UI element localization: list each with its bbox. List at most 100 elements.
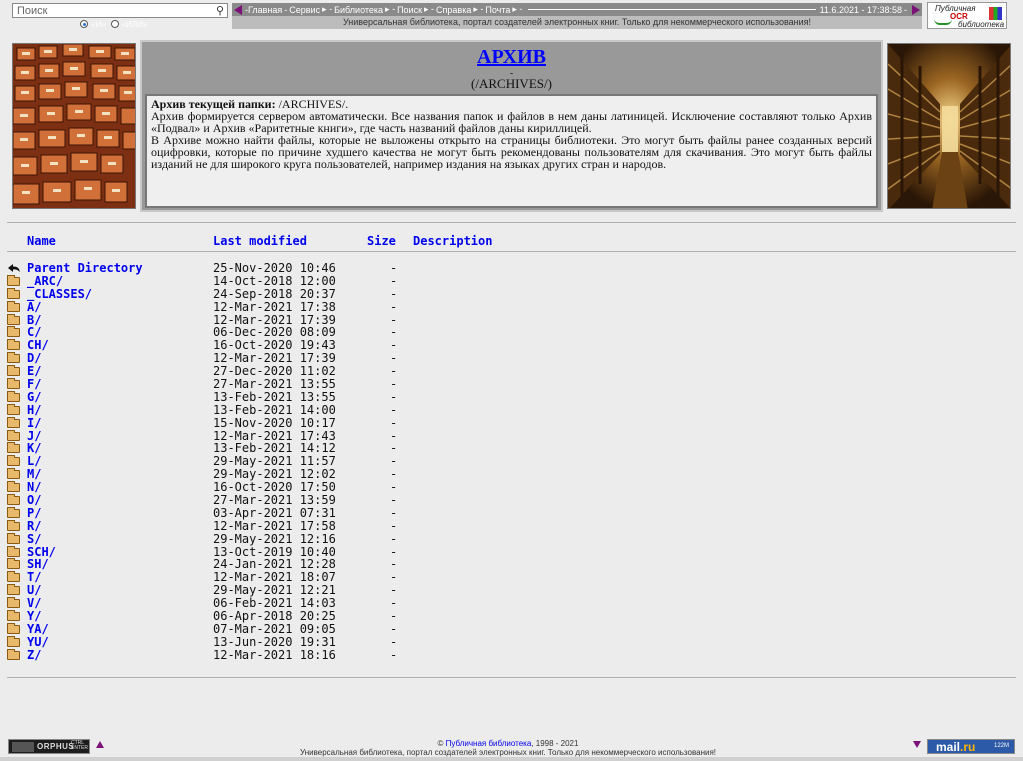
- modified-date: 12-Mar-2021 18:16: [213, 647, 336, 662]
- folder-icon[interactable]: [7, 506, 20, 518]
- column-name[interactable]: Name: [27, 234, 56, 248]
- modified-date: 14-Oct-2018 12:00: [213, 273, 336, 288]
- orphus-shortcut: CTRL ENTER: [71, 740, 88, 751]
- folder-link[interactable]: Z/: [27, 648, 41, 662]
- divider-header: [7, 251, 1016, 252]
- mailru-ru: .ru: [960, 740, 976, 754]
- folder-icon[interactable]: [7, 390, 20, 402]
- folder-link[interactable]: O/: [27, 494, 41, 507]
- nav-mail[interactable]: Почта: [485, 5, 510, 15]
- file-size: -: [390, 634, 398, 649]
- footer-library-link[interactable]: Публичная библиотека: [446, 739, 532, 748]
- logo-flag-icon: [989, 7, 1002, 20]
- folder-icon[interactable]: [7, 532, 20, 544]
- footer-text: © Публичная библиотека, 1998 - 2021 Унив…: [108, 739, 908, 757]
- search-mode-or-label[interactable]: «ИЛИ»: [122, 20, 148, 29]
- folder-icon[interactable]: [7, 442, 20, 454]
- folder-icon[interactable]: [7, 519, 20, 531]
- nav-datetime: 11.6.2021 - 17:38:58: [819, 4, 902, 15]
- nav-help[interactable]: Справка: [436, 5, 471, 15]
- archive-path-subtitle: (/ARCHIVES/): [471, 76, 552, 91]
- folder-icon[interactable]: [7, 326, 20, 338]
- slogan-strip: Универсальная библиотека, портал создате…: [232, 16, 922, 29]
- window-bottom-edge: [0, 757, 1023, 761]
- folder-icon[interactable]: [7, 365, 20, 377]
- search-box: ⚲: [12, 3, 228, 18]
- file-size: -: [390, 505, 398, 520]
- modified-date: 03-Apr-2021 07:31: [213, 505, 336, 520]
- nav-search[interactable]: Поиск: [397, 5, 422, 15]
- nav-library[interactable]: Библиотека: [334, 5, 383, 15]
- folder-icon[interactable]: [7, 558, 20, 570]
- divider-bottom: [7, 677, 1016, 678]
- folder-icon[interactable]: [7, 403, 20, 415]
- archive-description: Архив текущей папки: /ARCHIVES/. Архив ф…: [145, 94, 878, 208]
- folder-icon[interactable]: [7, 571, 20, 583]
- modified-date: 27-Mar-2021 13:55: [213, 377, 336, 392]
- folder-icon[interactable]: [7, 635, 20, 647]
- orphus-badge[interactable]: ORPHUS CTRL ENTER: [8, 739, 90, 754]
- folder-link[interactable]: P/: [27, 507, 41, 520]
- folder-link[interactable]: I/: [27, 416, 41, 430]
- folder-icon[interactable]: [7, 584, 20, 596]
- search-mode-and-label[interactable]: «И»: [91, 20, 106, 29]
- folder-icon[interactable]: [7, 597, 20, 609]
- folder-link[interactable]: A/: [27, 300, 41, 314]
- file-size: -: [390, 286, 398, 301]
- nav-service[interactable]: Сервис: [289, 5, 320, 15]
- mailru-mail: mail: [936, 740, 961, 754]
- search-mode-and-radio[interactable]: [80, 20, 88, 28]
- folder-link[interactable]: G/: [27, 391, 41, 404]
- search-icon[interactable]: ⚲: [216, 4, 224, 17]
- folder-icon[interactable]: [7, 313, 20, 325]
- folder-icon[interactable]: [7, 300, 20, 312]
- mailru-counter[interactable]: mail.ru 122M: [927, 739, 1015, 754]
- divider-top: [7, 222, 1016, 223]
- page-title[interactable]: АРХИВ: [142, 46, 881, 69]
- column-description[interactable]: Description: [413, 234, 492, 248]
- folder-icon[interactable]: [7, 416, 20, 428]
- file-size: -: [390, 518, 398, 533]
- modified-date: 13-Feb-2021 13:55: [213, 389, 336, 404]
- folder-icon[interactable]: [7, 455, 20, 467]
- header-panel: АРХИВ - (/ARCHIVES/) Архив текущей папки…: [140, 40, 883, 212]
- file-size: -: [390, 493, 398, 508]
- folder-link[interactable]: YA/: [27, 623, 49, 636]
- folder-link[interactable]: YU/: [27, 635, 49, 649]
- back-arrow-icon[interactable]: [7, 262, 21, 274]
- folder-icon[interactable]: [7, 287, 20, 299]
- search-mode-or-radio[interactable]: [110, 20, 119, 28]
- folder-icon[interactable]: [7, 339, 20, 351]
- nav-rule: [528, 9, 816, 10]
- card-catalog-photo: [12, 43, 136, 209]
- folder-link[interactable]: F/: [27, 378, 41, 391]
- folder-icon[interactable]: [7, 545, 20, 557]
- folder-icon[interactable]: [7, 378, 20, 390]
- folder-icon[interactable]: [7, 494, 20, 506]
- column-last-modified[interactable]: Last modified: [213, 234, 307, 248]
- folder-icon[interactable]: [7, 274, 20, 286]
- folder-icon[interactable]: [7, 429, 20, 441]
- nav-right-arrow-icon[interactable]: [912, 4, 920, 15]
- search-input[interactable]: [15, 4, 205, 17]
- folder-link[interactable]: R/: [27, 519, 41, 533]
- library-logo[interactable]: Публичная OCR библиотека: [927, 2, 1007, 29]
- mailru-count: 122M: [993, 743, 1009, 749]
- folder-link[interactable]: S/: [27, 532, 41, 546]
- parent-directory-link[interactable]: Parent Directory: [27, 262, 143, 275]
- scroll-bottom-arrow-icon[interactable]: [913, 741, 921, 748]
- folder-icon[interactable]: [7, 468, 20, 480]
- folder-link[interactable]: _ARC/: [27, 274, 63, 288]
- folder-icon[interactable]: [7, 622, 20, 634]
- column-size[interactable]: Size: [367, 234, 396, 248]
- folder-icon[interactable]: [7, 648, 20, 660]
- folder-link[interactable]: H/: [27, 403, 41, 417]
- nav-left-arrow-icon[interactable]: [234, 4, 242, 15]
- folder-icon[interactable]: [7, 481, 20, 493]
- scroll-top-arrow-icon[interactable]: [96, 741, 104, 748]
- folder-icon[interactable]: [7, 352, 20, 364]
- nav-home[interactable]: Главная: [248, 5, 282, 15]
- folder-link[interactable]: _CLASSES/: [27, 287, 92, 301]
- folder-icon[interactable]: [7, 610, 20, 622]
- modified-date: 13-Jun-2020 19:31: [213, 634, 336, 649]
